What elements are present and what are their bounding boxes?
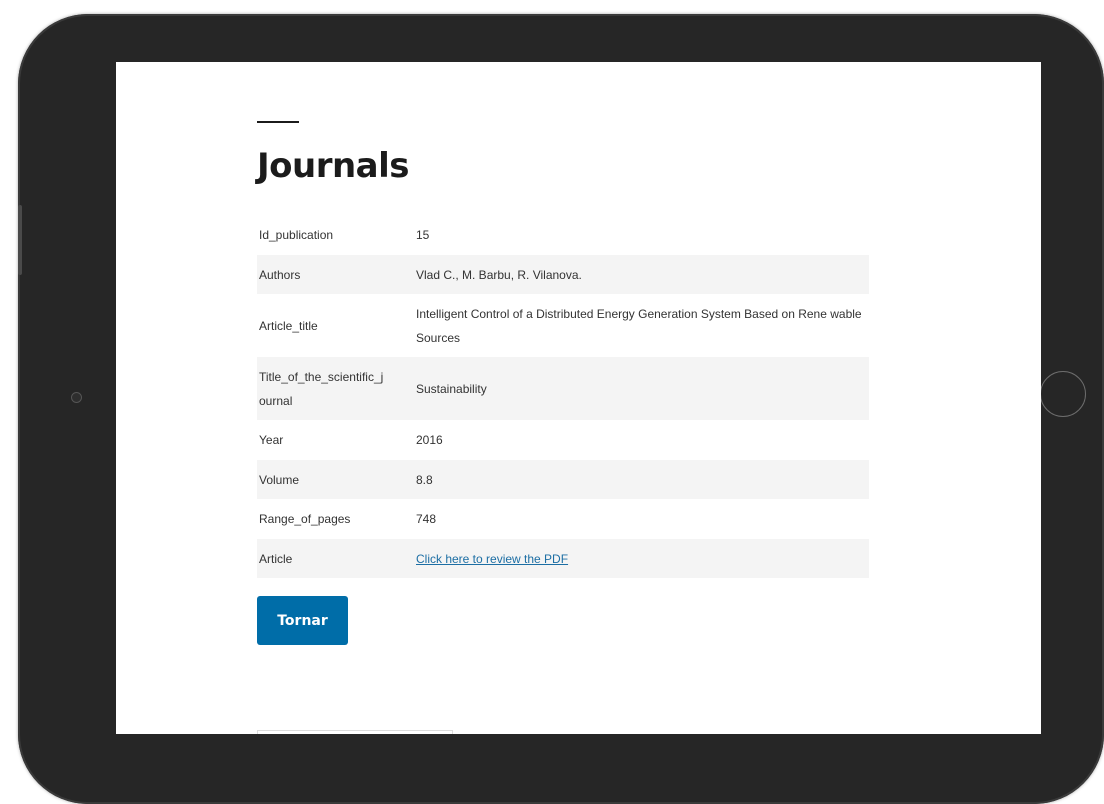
- row-label-article: Article: [259, 551, 293, 566]
- row-value-year: 2016: [416, 433, 443, 447]
- table-row: Id_publication 15: [257, 215, 869, 255]
- publication-details-table: Id_publication 15 Authors Vlad C., M. Ba…: [257, 215, 869, 578]
- title-accent-rule: [257, 121, 299, 123]
- back-button[interactable]: Tornar: [257, 596, 348, 645]
- table-row: Year 2016: [257, 420, 869, 460]
- row-value-range-of-pages: 748: [416, 512, 437, 526]
- row-label-year: Year: [259, 433, 284, 447]
- row-value-volume: 8.8: [416, 472, 433, 487]
- row-label-id-publication: Id_publication: [259, 228, 334, 242]
- table-row: Article Click here to review the PDF: [257, 539, 869, 578]
- table-row: Title_of_the_scientific_j ournal Sustain…: [257, 357, 869, 420]
- tablet-home-button: [1040, 371, 1086, 417]
- row-value-article-title: Intelligent Control of a Distributed Ene…: [416, 306, 862, 345]
- table-row: Authors Vlad C., M. Barbu, R. Vilanova.: [257, 255, 869, 294]
- page-title: Journals: [257, 146, 410, 186]
- pdf-review-link[interactable]: Click here to review the PDF: [416, 552, 568, 566]
- tablet-screen: Journals Id_publication 15 Authors Vlad …: [116, 62, 1041, 734]
- row-label-article-title: Article_title: [259, 318, 318, 333]
- row-label-range-of-pages: Range_of_pages: [259, 512, 351, 526]
- row-value-article: Click here to review the PDF: [414, 539, 869, 578]
- row-label-authors: Authors: [259, 267, 301, 282]
- table-row: Range_of_pages 748: [257, 499, 869, 539]
- row-value-journal-title: Sustainability: [416, 381, 487, 396]
- tablet-camera: [71, 392, 82, 403]
- table-row: Article_title Intelligent Control of a D…: [257, 294, 869, 357]
- row-label-journal-title: Title_of_the_scientific_j ournal: [259, 369, 384, 408]
- row-value-authors: Vlad C., M. Barbu, R. Vilanova.: [416, 267, 582, 282]
- row-label-volume: Volume: [259, 472, 300, 487]
- row-value-id-publication: 15: [416, 228, 430, 242]
- tablet-side-button: [18, 205, 22, 275]
- footer-box: [257, 730, 453, 734]
- table-row: Volume 8.8: [257, 460, 869, 499]
